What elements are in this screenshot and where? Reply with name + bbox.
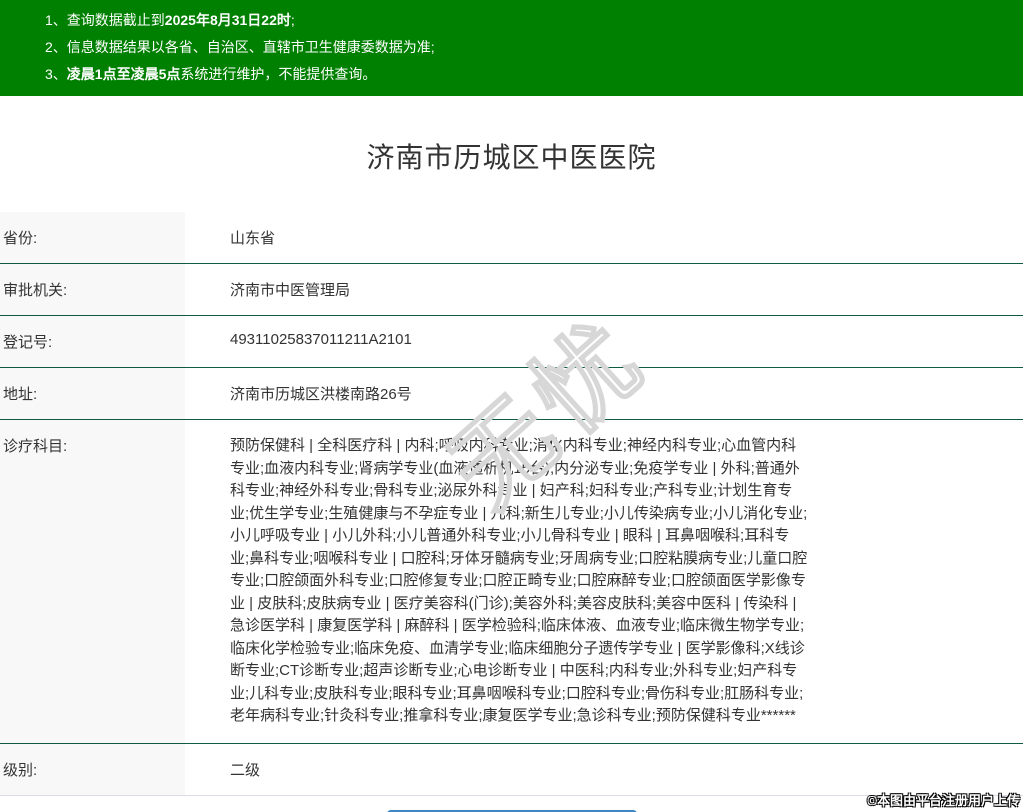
field-value-address: 济南市历城区洪楼南路26号 (185, 368, 1023, 420)
notice-2-number: 2、 (45, 39, 67, 55)
field-label-level: 级别: (0, 743, 185, 795)
notice-1-text: 查询数据截止到 (67, 12, 165, 28)
field-label-treatment-subjects: 诊疗科目: (0, 420, 185, 744)
field-label-address: 地址: (0, 368, 185, 420)
notice-1-bold: 2025年8月31日22时 (165, 12, 291, 28)
field-value-level: 二级 (185, 743, 1023, 795)
table-row-province: 省份: 山东省 (0, 212, 1023, 264)
field-value-approval-authority: 济南市中医管理局 (185, 264, 1023, 316)
notice-3-suffix: 系统进行维护，不能提供查询。 (180, 66, 376, 82)
notice-1-number: 1、 (45, 12, 67, 28)
table-row-registration-number: 登记号: 49311025837011211A2101 (0, 316, 1023, 368)
notice-2-text: 信息数据结果以各省、自治区、直辖市卫生健康委数据为准; (67, 39, 435, 55)
field-label-registration-number: 登记号: (0, 316, 185, 368)
field-value-treatment-subjects: 预防保健科 | 全科医疗科 | 内科;呼吸内科专业;消化内科专业;神经内科专业;… (185, 420, 1023, 744)
footer-credit: ©本图由平台注册用户上传 (867, 790, 1020, 809)
query-result-page: 1、查询数据截止到2025年8月31日22时; 2、信息数据结果以各省、自治区、… (0, 0, 1023, 812)
table-row-treatment-subjects: 诊疗科目: 预防保健科 | 全科医疗科 | 内科;呼吸内科专业;消化内科专业;神… (0, 420, 1023, 744)
notice-3-number: 3、 (45, 66, 67, 82)
field-value-province: 山东省 (185, 212, 1023, 264)
table-row-address: 地址: 济南市历城区洪楼南路26号 (0, 368, 1023, 420)
notice-banner: 1、查询数据截止到2025年8月31日22时; 2、信息数据结果以各省、自治区、… (0, 0, 1023, 96)
notice-line-2: 2、信息数据结果以各省、自治区、直辖市卫生健康委数据为准; (45, 34, 1013, 61)
notice-1-suffix: ; (291, 12, 295, 28)
page-title: 济南市历城区中医医院 (0, 136, 1023, 176)
notice-line-1: 1、查询数据截止到2025年8月31日22时; (45, 7, 1013, 34)
field-label-province: 省份: (0, 212, 185, 264)
field-label-approval-authority: 审批机关: (0, 264, 185, 316)
field-value-registration-number: 49311025837011211A2101 (185, 316, 1023, 368)
notice-3-bold: 凌晨1点至凌晨5点 (67, 66, 181, 82)
notice-line-3: 3、凌晨1点至凌晨5点系统进行维护，不能提供查询。 (45, 61, 1013, 88)
treatment-subjects-text: 预防保健科 | 全科医疗科 | 内科;呼吸内科专业;消化内科专业;神经内科专业;… (230, 435, 808, 728)
table-row-approval-authority: 审批机关: 济南市中医管理局 (0, 264, 1023, 316)
hospital-info-table: 省份: 山东省 审批机关: 济南市中医管理局 登记号: 493110258370… (0, 212, 1023, 796)
table-row-level: 级别: 二级 (0, 743, 1023, 795)
